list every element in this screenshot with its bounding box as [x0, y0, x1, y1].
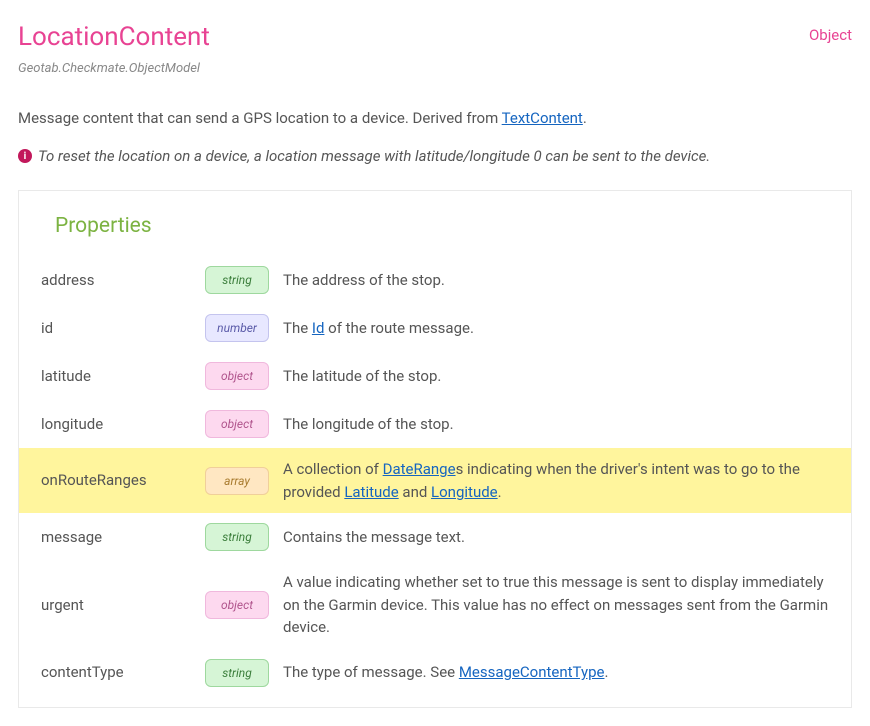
text: of the route message. [324, 319, 473, 337]
type-badge-object: object [205, 362, 269, 390]
property-description: The type of message. See MessageContentT… [283, 661, 829, 684]
property-row: latitude object The latitude of the stop… [19, 352, 851, 400]
link-id[interactable]: Id [312, 319, 325, 337]
property-name: urgent [41, 594, 191, 617]
property-row: message string Contains the message text… [19, 513, 851, 561]
property-description: A collection of DateRanges indicating wh… [283, 458, 829, 503]
text: . [604, 663, 608, 681]
type-badge-object: object [205, 410, 269, 438]
property-name: onRouteRanges [41, 469, 191, 492]
property-name: message [41, 526, 191, 549]
property-row: urgent object A value indicating whether… [19, 561, 851, 649]
text: and [399, 483, 431, 501]
property-name: longitude [41, 413, 191, 436]
property-description: A value indicating whether set to true t… [283, 571, 829, 639]
namespace: Geotab.Checkmate.ObjectModel [18, 59, 210, 79]
summary-text: Message content that can send a GPS loca… [18, 109, 502, 127]
property-description: The Id of the route message. [283, 317, 829, 340]
type-badge-string: string [205, 266, 269, 294]
header: LocationContent Geotab.Checkmate.ObjectM… [18, 18, 852, 79]
link-longitude[interactable]: Longitude [431, 483, 498, 501]
property-description: The latitude of the stop. [283, 365, 829, 388]
property-description: The address of the stop. [283, 269, 829, 292]
type-badge-number: number [205, 314, 269, 342]
page-title: LocationContent [18, 18, 210, 57]
property-description: The longitude of the stop. [283, 413, 829, 436]
type-badge-string: string [205, 523, 269, 551]
note-text: To reset the location on a device, a loc… [38, 145, 710, 168]
property-row: longitude object The longitude of the st… [19, 400, 851, 448]
property-name: contentType [41, 661, 191, 684]
property-name: id [41, 317, 191, 340]
text: . [498, 483, 502, 501]
property-description: Contains the message text. [283, 526, 829, 549]
property-name: address [41, 269, 191, 292]
type-badge-array: array [205, 467, 269, 495]
link-daterange[interactable]: DateRange [383, 460, 456, 478]
properties-heading: Properties [19, 205, 851, 257]
property-row: id number The Id of the route message. [19, 304, 851, 352]
property-row-highlighted: onRouteRanges array A collection of Date… [19, 448, 851, 513]
type-badge-string: string [205, 659, 269, 687]
kind-label: Object [809, 18, 852, 47]
link-messagecontenttype[interactable]: MessageContentType [459, 663, 605, 681]
text: The [283, 319, 312, 337]
properties-panel: Properties address string The address of… [18, 190, 852, 708]
text: The type of message. See [283, 663, 459, 681]
text: A collection of [283, 460, 383, 478]
property-row: contentType string The type of message. … [19, 649, 851, 697]
summary: Message content that can send a GPS loca… [18, 107, 852, 130]
note: i To reset the location on a device, a l… [18, 145, 852, 168]
summary-link-textcontent[interactable]: TextContent [502, 109, 583, 127]
property-row: address string The address of the stop. [19, 256, 851, 304]
summary-suffix: . [583, 109, 587, 127]
property-name: latitude [41, 365, 191, 388]
link-latitude[interactable]: Latitude [344, 483, 398, 501]
type-badge-object: object [205, 591, 269, 619]
info-icon: i [18, 149, 32, 163]
